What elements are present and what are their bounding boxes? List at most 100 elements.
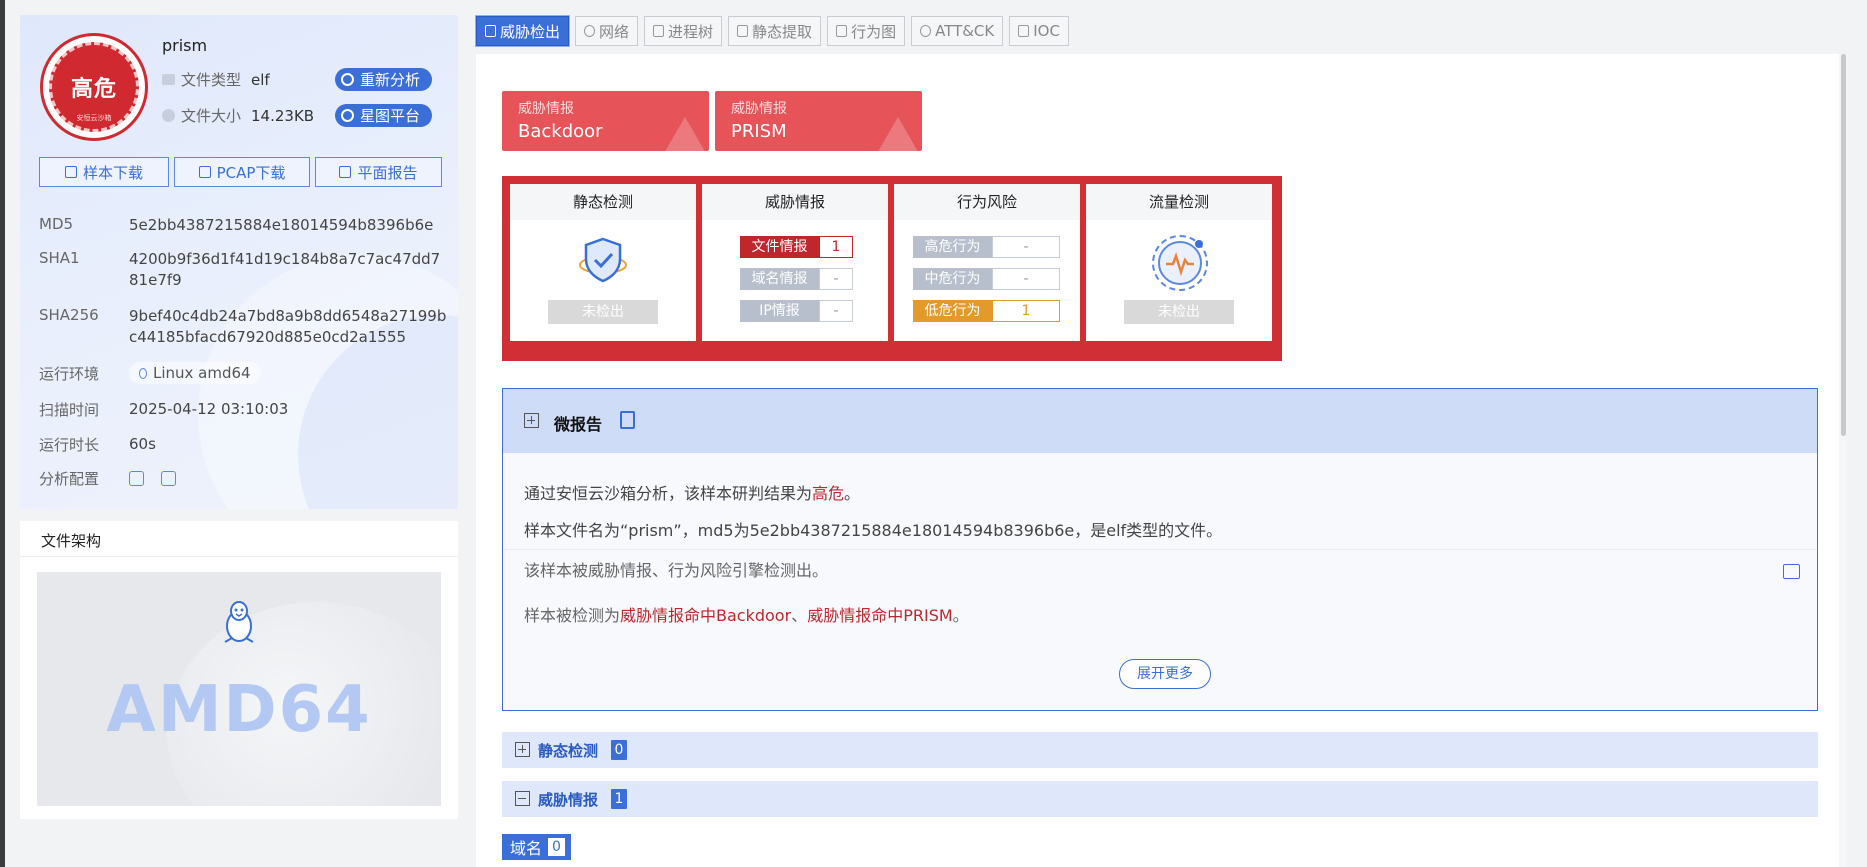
high-risk-label: 高危行为: [913, 236, 992, 258]
high-risk-value: -: [992, 236, 1060, 258]
linux-icon: [139, 367, 147, 379]
tab-ioc[interactable]: IOC: [1009, 16, 1069, 46]
behavior-risk-card: 行为风险 高危行为 - 中危行为 - 低危行为 1: [894, 184, 1080, 341]
report-export-icon[interactable]: [620, 411, 635, 429]
tab-label: ATT&CK: [935, 22, 995, 40]
tab-process-tree[interactable]: 进程树: [644, 16, 723, 46]
divider: [20, 556, 458, 557]
window-frame: [0, 0, 5, 867]
config-doc-icon[interactable]: [160, 471, 176, 486]
expand-icon[interactable]: [515, 742, 530, 757]
domain-intel-row: 域名情报 -: [740, 268, 853, 290]
linux-penguin-icon: [224, 601, 254, 643]
threat-intel-card-backdoor[interactable]: 威胁情报 Backdoor: [502, 91, 709, 151]
mid-risk-label: 中危行为: [913, 268, 992, 290]
main-content: 威胁情报 Backdoor 威胁情报 PRISM 静态检测 未检出 威胁情报 文…: [476, 54, 1840, 867]
threat-intel-section[interactable]: 威胁情报 1: [502, 781, 1818, 817]
sha256-value: 9bef40c4db24a7bd8a9b8dd6548a27199bc44185…: [129, 307, 447, 346]
globe-icon: [584, 25, 596, 37]
report-paragraph-verdict: 通过安恒云沙箱分析，该样本研判结果为高危。: [524, 480, 860, 504]
report-text: 。: [844, 484, 861, 503]
low-risk-label: 低危行为: [913, 300, 992, 322]
tab-static-extract[interactable]: 静态提取: [728, 16, 822, 46]
micro-report-header[interactable]: 微报告: [503, 389, 1817, 453]
domain-tag-label: 域名: [510, 839, 543, 858]
intel-card-name: PRISM: [731, 121, 787, 142]
scrollbar-thumb[interactable]: [1841, 54, 1846, 436]
report-hit-backdoor: 威胁情报命中Backdoor: [620, 606, 792, 625]
shield-check-icon: [579, 237, 627, 283]
domain-intel-label: 域名情报: [740, 268, 819, 290]
report-text: 。: [952, 606, 969, 625]
file-intel-label: 文件情报: [740, 236, 819, 258]
divider: [503, 549, 1817, 550]
architecture-title: 文件架构: [41, 532, 102, 550]
warning-icon: [663, 117, 707, 151]
flat-report-button[interactable]: 平面报告: [315, 157, 442, 187]
report-hit-prism: 威胁情报命中PRISM: [807, 606, 953, 625]
tab-threat-detection[interactable]: 威胁检出: [476, 16, 570, 46]
pcap-download-label: PCAP下载: [216, 163, 286, 182]
domain-tag[interactable]: 域名 0: [502, 834, 571, 860]
threat-intel-card-prism[interactable]: 威胁情报 PRISM: [715, 91, 922, 151]
platform-label: 星图平台: [360, 107, 421, 125]
collapse-icon[interactable]: [515, 791, 530, 806]
report-text: 样本被检测为: [524, 606, 621, 625]
report-paragraph-file: 样本文件名为“prism”，md5为5e2bb4387215884e180145…: [524, 521, 1223, 540]
high-risk-row: 高危行为 -: [913, 236, 1060, 258]
verdict-badge: 高危 安恒云沙箱: [40, 33, 148, 141]
intel-card-name: Backdoor: [518, 121, 603, 142]
md5-value: 5e2bb4387215884e18014594b8396b6e: [129, 216, 434, 234]
refresh-icon: [341, 73, 354, 86]
expand-toggle-icon[interactable]: [524, 413, 539, 428]
traffic-detection-status: 未检出: [1124, 300, 1234, 324]
domain-intel-value: -: [819, 268, 853, 290]
file-intel-value: 1: [819, 236, 853, 258]
static-detection-card: 静态检测 未检出: [510, 184, 696, 341]
static-detection-title: 静态检测: [510, 184, 696, 220]
file-architecture-panel: 文件架构 AMD64: [20, 521, 458, 819]
report-detail-icon[interactable]: [1783, 564, 1800, 579]
tab-label: 威胁检出: [500, 22, 561, 41]
low-risk-value: 1: [992, 300, 1060, 322]
section-count: 1: [611, 789, 627, 809]
intel-card-kind: 威胁情报: [731, 101, 787, 117]
section-count: 0: [611, 740, 627, 760]
cloud-download-icon: [64, 166, 77, 178]
pcap-download-button[interactable]: PCAP下载: [174, 157, 310, 187]
sample-summary-panel: 高危 安恒云沙箱 prism 文件类型 elf 文件大小 14.23KB 重新分…: [20, 15, 458, 509]
micro-report: 微报告 通过安恒云沙箱分析，该样本研判结果为高危。 样本文件名为“prism”，…: [502, 388, 1818, 711]
micro-report-title: 微报告: [554, 415, 603, 434]
file-intel-row[interactable]: 文件情报 1: [740, 236, 853, 258]
static-detection-section[interactable]: 静态检测 0: [502, 732, 1818, 768]
file-type-label: 文件类型: [181, 71, 242, 89]
traffic-pulse-icon: [1152, 235, 1208, 291]
ip-intel-label: IP情报: [740, 300, 819, 322]
warning-icon: [876, 117, 920, 151]
mid-risk-row: 中危行为 -: [913, 268, 1060, 290]
file-type-row: 文件类型 elf: [162, 69, 270, 90]
architecture-label: AMD64: [106, 673, 372, 747]
report-verdict-highlight: 高危: [812, 484, 845, 503]
tab-label: IOC: [1033, 22, 1060, 40]
detection-summary: 静态检测 未检出 威胁情报 文件情报 1 域名情报 - IP情报 - 行为风险 …: [502, 176, 1282, 361]
md5-label: MD5: [39, 215, 74, 233]
ioc-icon: [1018, 25, 1030, 37]
duration-value: 60s: [129, 435, 156, 453]
platform-icon: [341, 109, 354, 122]
tab-network[interactable]: 网络: [575, 16, 639, 46]
low-risk-row[interactable]: 低危行为 1: [913, 300, 1060, 322]
env-label: 运行环境: [39, 365, 100, 383]
sample-download-button[interactable]: 样本下载: [39, 157, 169, 187]
tab-attck[interactable]: ATT&CK: [911, 16, 1004, 46]
expand-more-button[interactable]: 展开更多: [1119, 659, 1211, 689]
tab-behavior-graph[interactable]: 行为图: [827, 16, 906, 46]
threat-intel-title: 威胁情报: [702, 184, 888, 220]
graph-icon: [836, 25, 848, 37]
report-paragraph-detected: 样本被检测为威胁情报命中Backdoor、威胁情报命中PRISM。: [524, 602, 969, 626]
platform-button[interactable]: 星图平台: [335, 104, 433, 127]
tab-bar: 威胁检出 网络 进程树 静态提取 行为图 ATT&CK IOC: [476, 16, 1069, 46]
config-icons: [129, 468, 449, 489]
reanalyze-button[interactable]: 重新分析: [335, 68, 433, 91]
config-chart-icon[interactable]: [129, 471, 144, 486]
